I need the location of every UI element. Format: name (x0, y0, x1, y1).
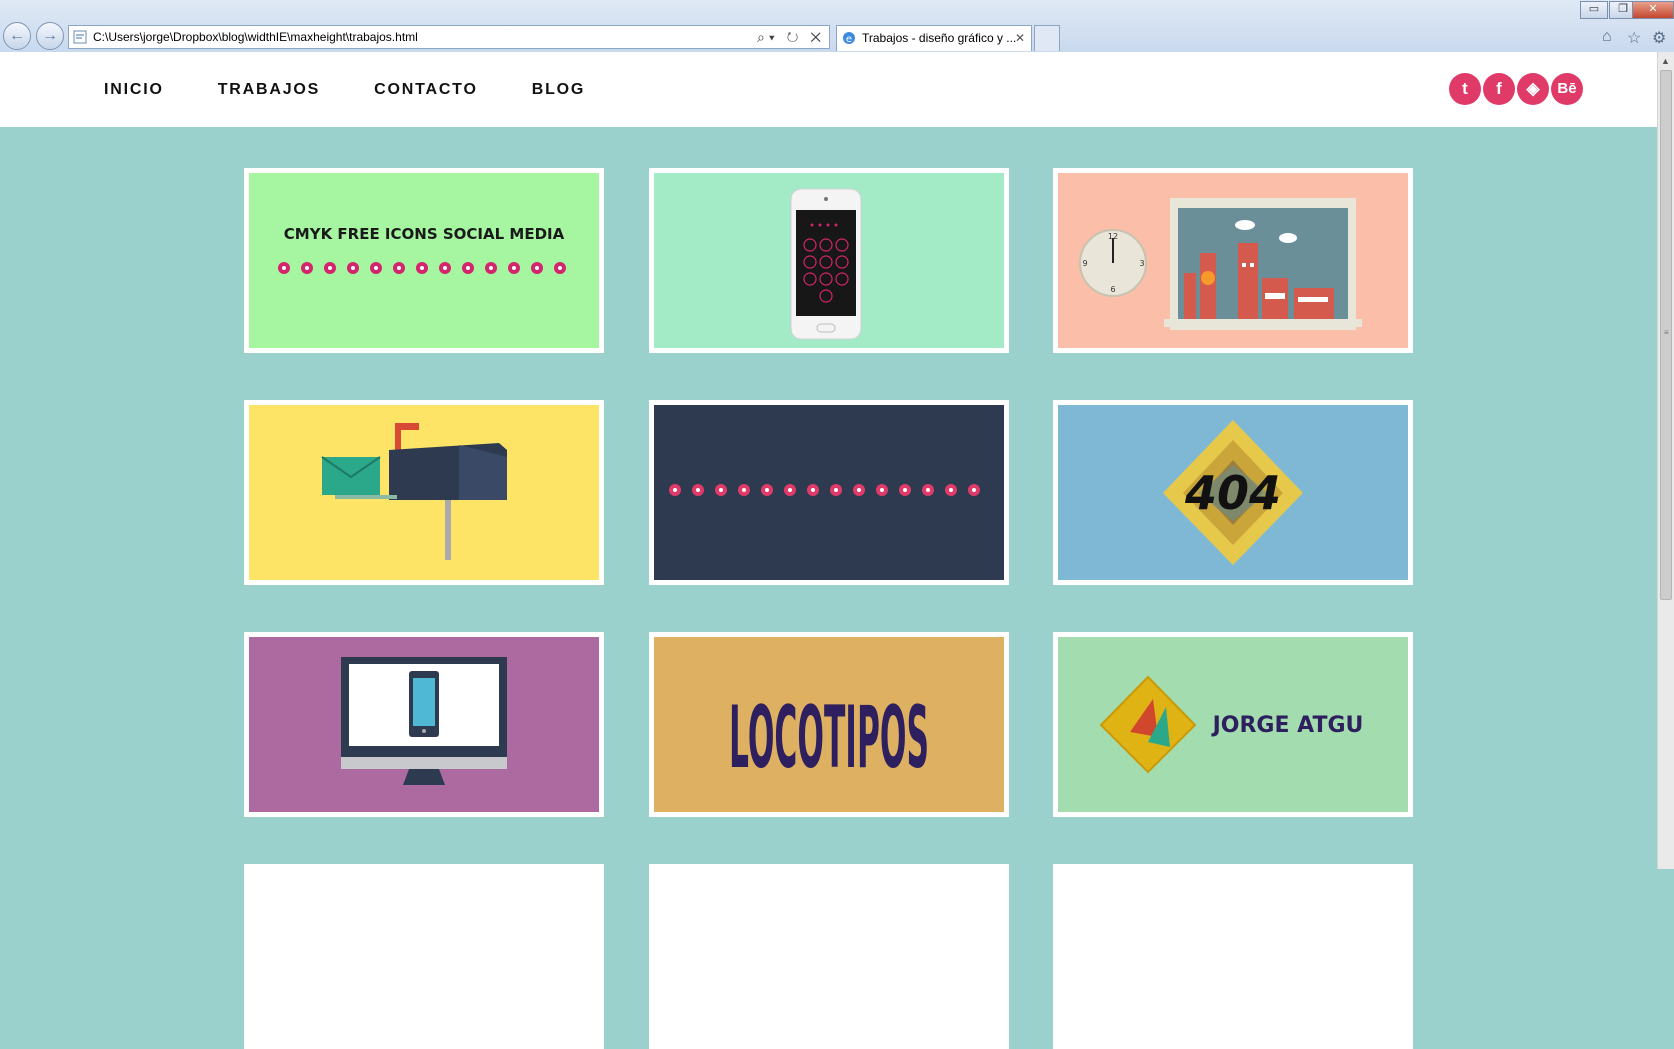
browser-chrome: ← → C:\Users\jorge\Dropbox\blog\widthIE\… (0, 0, 1674, 53)
address-text: C:\Users\jorge\Dropbox\blog\widthIE\maxh… (93, 30, 418, 44)
tab-close-icon[interactable]: ✕ (1015, 26, 1025, 50)
cmyk-icons-artwork: CMYK FREE ICONS SOCIAL MEDIA (278, 225, 566, 274)
iphone-artwork (790, 188, 862, 340)
scrollbar-thumb[interactable]: ≡ (1660, 70, 1672, 600)
settings-gear-icon[interactable]: ⚙ (1652, 28, 1666, 48)
back-button[interactable]: ← (3, 22, 31, 50)
clock-number-9: 9 (1082, 259, 1087, 268)
clock-number-3: 3 (1139, 259, 1144, 268)
codepen-icon[interactable]: ◈ (1517, 73, 1549, 105)
nav-contacto[interactable]: CONTACTO (374, 81, 478, 99)
work-thumbnail: CMYK FREE ICONS SOCIAL MEDIA (249, 173, 599, 348)
clock-number-6: 6 (1110, 285, 1115, 294)
work-thumbnail (654, 173, 1004, 348)
work-card-logotipos[interactable]: LOCOTIPOS (649, 632, 1009, 817)
main-nav: INICIO TRABAJOS CONTACTO BLOG (104, 52, 585, 127)
work-card-city-clock[interactable]: 12 3 6 9 (1053, 168, 1413, 353)
facebook-icon[interactable]: f (1483, 73, 1515, 105)
error-404-text: 404 (1184, 466, 1281, 520)
cmyk-title: CMYK FREE ICONS SOCIAL MEDIA (284, 225, 565, 243)
minimize-button[interactable]: ▭ (1580, 1, 1608, 19)
dark-icons-artwork (669, 484, 980, 496)
address-tools-icons[interactable]: ⌕▾ ↻ ✕ (757, 26, 825, 48)
close-window-button[interactable]: ✕ (1632, 1, 1674, 19)
work-thumbnail (654, 405, 1004, 580)
page-favicon-icon (73, 30, 87, 44)
work-card-partial-2[interactable] (649, 864, 1009, 1049)
responsive-artwork (341, 657, 507, 785)
nav-inicio[interactable]: INICIO (104, 81, 164, 99)
work-thumbnail: LOCOTIPOS (654, 637, 1004, 812)
social-links: t f ◈ Bē (1449, 73, 1583, 105)
work-thumbnail (249, 637, 599, 812)
home-icon[interactable]: ⌂ (1602, 28, 1612, 46)
logotipos-artwork: LOCOTIPOS (729, 688, 929, 788)
logotipos-title: LOCOTIPOS (729, 688, 929, 788)
nav-trabajos[interactable]: TRABAJOS (218, 81, 320, 99)
forward-icon: → (42, 27, 58, 44)
new-tab-button[interactable] (1034, 25, 1060, 51)
work-card-dark-icons[interactable] (649, 400, 1009, 585)
forward-button[interactable]: → (36, 22, 64, 50)
error-404-artwork: 404 (1163, 420, 1303, 565)
work-card-404[interactable]: 404 (1053, 400, 1413, 585)
behance-icon[interactable]: Bē (1551, 73, 1583, 105)
nav-blog[interactable]: BLOG (532, 81, 585, 99)
clock-number-12: 12 (1108, 232, 1118, 241)
tab-title: Trabajos - diseño gráfico y ... (862, 31, 1017, 45)
favorites-icon[interactable]: ☆ (1627, 28, 1641, 48)
site-header: INICIO TRABAJOS CONTACTO BLOG t f ◈ Bē (0, 52, 1657, 127)
jorge-atgu-artwork: JORGE ATGU (1099, 675, 1364, 774)
brand-name: JORGE ATGU (1211, 713, 1364, 738)
work-card-jorge-atgu[interactable]: JORGE ATGU (1053, 632, 1413, 817)
ie-favicon-icon: e (843, 32, 855, 45)
browser-tab[interactable]: e Trabajos - diseño gráfico y ... ✕ (836, 25, 1032, 51)
scroll-up-icon[interactable]: ▲ (1661, 56, 1670, 66)
svg-text:e: e (846, 34, 852, 45)
back-icon: ← (9, 27, 25, 44)
vertical-scrollbar[interactable]: ▲ ≡ (1657, 52, 1674, 869)
work-card-iphone-lock[interactable] (649, 168, 1009, 353)
work-thumbnail: JORGE ATGU (1058, 637, 1408, 812)
work-card-mailbox[interactable] (244, 400, 604, 585)
work-card-cmyk-icons[interactable]: CMYK FREE ICONS SOCIAL MEDIA (244, 168, 604, 353)
work-card-responsive[interactable] (244, 632, 604, 817)
city-clock-artwork: 12 3 6 9 (1079, 198, 1362, 330)
work-thumbnail: 12 3 6 9 (1058, 173, 1408, 348)
work-thumbnail: 404 (1058, 405, 1408, 580)
work-card-partial-3[interactable] (1053, 864, 1413, 1049)
scrollbar-grip-icon: ≡ (1664, 328, 1669, 337)
twitter-icon[interactable]: t (1449, 73, 1481, 105)
address-bar[interactable]: C:\Users\jorge\Dropbox\blog\widthIE\maxh… (68, 25, 830, 49)
work-card-partial-1[interactable] (244, 864, 604, 1049)
work-thumbnail (249, 405, 599, 580)
mailbox-artwork (321, 423, 507, 560)
